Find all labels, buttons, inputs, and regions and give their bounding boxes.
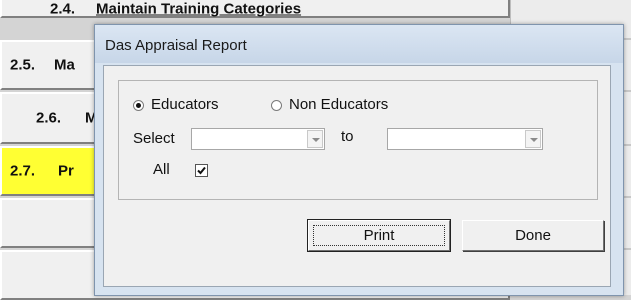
dialog-title: Das Appraisal Report <box>105 37 247 54</box>
to-label: to <box>341 128 354 145</box>
educators-label[interactable]: Educators <box>151 96 219 113</box>
print-button[interactable]: Print <box>307 219 451 252</box>
menu-item-2-4[interactable]: 2.4. Maintain Training Categories <box>0 0 510 18</box>
done-button-label: Done <box>515 227 551 244</box>
menu-item-label: Pr <box>58 162 74 180</box>
options-group: Educators Non Educators Select to All <box>118 80 598 200</box>
menu-item-number: 2.5. <box>10 56 36 74</box>
chevron-down-icon[interactable] <box>525 130 541 148</box>
all-checkbox[interactable] <box>195 164 208 177</box>
print-button-label: Print <box>363 227 395 244</box>
done-button[interactable]: Done <box>462 220 604 251</box>
dialog-client-area: Educators Non Educators Select to All Pr… <box>103 65 611 287</box>
radio-selected-dot <box>136 103 141 108</box>
non-educators-radio[interactable] <box>271 100 282 111</box>
dialog-titlebar[interactable]: Das Appraisal Report <box>95 25 623 63</box>
educators-radio[interactable] <box>133 100 144 111</box>
menu-item-number: 2.6. <box>36 109 62 127</box>
from-select[interactable] <box>191 128 325 150</box>
chevron-down-icon[interactable] <box>307 130 323 148</box>
select-label: Select <box>133 130 175 147</box>
menu-item-label: Ma <box>54 56 75 74</box>
appraisal-report-dialog: Das Appraisal Report Educators Non Educa… <box>94 24 624 296</box>
menu-item-label: Maintain Training Categories <box>96 0 302 18</box>
to-select[interactable] <box>387 128 543 150</box>
non-educators-label[interactable]: Non Educators <box>289 96 388 113</box>
menu-item-number: 2.7. <box>10 162 36 180</box>
checkmark-icon <box>197 166 206 175</box>
all-label: All <box>153 161 170 178</box>
menu-item-number: 2.4. <box>50 0 76 18</box>
